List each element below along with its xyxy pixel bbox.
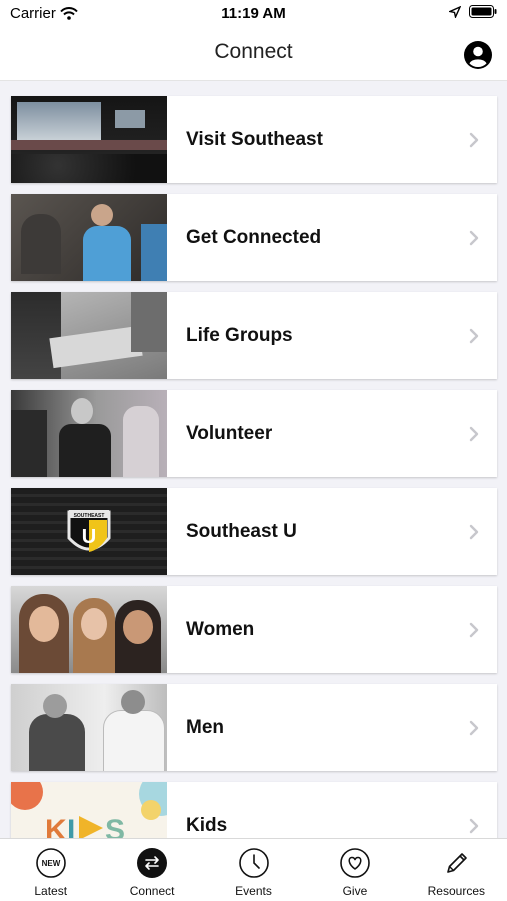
chevron-right-icon bbox=[469, 426, 479, 441]
clock-icon bbox=[238, 848, 269, 878]
group-writing-photo bbox=[11, 292, 167, 379]
tab-label: Resources bbox=[427, 884, 485, 898]
list-item-get-connected[interactable]: Get Connected bbox=[11, 194, 497, 281]
svg-text:SOUTHEAST: SOUTHEAST bbox=[74, 513, 105, 519]
profile-icon[interactable] bbox=[463, 40, 493, 70]
list-item-women[interactable]: Women bbox=[11, 586, 497, 673]
women-smiling-photo bbox=[11, 586, 167, 673]
item-label: Get Connected bbox=[186, 226, 322, 248]
svg-text:U: U bbox=[82, 526, 96, 548]
page-title: Connect bbox=[214, 40, 293, 63]
tab-latest[interactable]: NEW Latest bbox=[0, 839, 101, 901]
item-label: Women bbox=[186, 618, 255, 640]
chevron-right-icon bbox=[469, 132, 479, 147]
tab-resources[interactable]: Resources bbox=[406, 839, 507, 901]
list-item-visit-southeast[interactable]: Visit Southeast bbox=[11, 96, 497, 183]
item-label: Kids bbox=[186, 814, 228, 836]
chevron-right-icon bbox=[469, 720, 479, 735]
connect-list[interactable]: Visit Southeast Get Connected Life Group… bbox=[0, 80, 507, 838]
tab-bar: NEW Latest Connect Events Give Resources bbox=[0, 838, 507, 901]
status-time: 11:19 AM bbox=[221, 5, 286, 22]
nav-bar: Connect bbox=[0, 28, 507, 81]
stage-worship-photo bbox=[11, 96, 167, 183]
volunteer-photo bbox=[11, 390, 167, 477]
chevron-right-icon bbox=[469, 622, 479, 637]
list-item-kids[interactable]: K I S Kids bbox=[11, 782, 497, 838]
tab-events[interactable]: Events bbox=[203, 839, 304, 901]
pen-icon bbox=[447, 853, 468, 873]
tab-label: Latest bbox=[34, 884, 68, 898]
svg-text:S: S bbox=[105, 814, 125, 838]
connect-icon bbox=[137, 848, 168, 878]
chevron-right-icon bbox=[469, 230, 479, 245]
chevron-right-icon bbox=[469, 328, 479, 343]
list-item-men[interactable]: Men bbox=[11, 684, 497, 771]
tab-label: Events bbox=[235, 884, 272, 898]
heart-icon bbox=[340, 848, 370, 878]
chevron-right-icon bbox=[469, 524, 479, 539]
item-label: Southeast U bbox=[186, 520, 297, 542]
list-item-southeast-u[interactable]: U SOUTHEAST Southeast U bbox=[11, 488, 497, 575]
item-label: Life Groups bbox=[186, 324, 293, 346]
new-badge-text: NEW bbox=[41, 859, 60, 868]
svg-text:I: I bbox=[67, 814, 75, 838]
item-label: Men bbox=[186, 716, 224, 738]
chevron-right-icon bbox=[469, 818, 479, 833]
tab-connect[interactable]: Connect bbox=[101, 839, 202, 901]
tab-label: Connect bbox=[129, 884, 175, 898]
tab-give[interactable]: Give bbox=[304, 839, 405, 901]
tab-label: Give bbox=[342, 884, 368, 898]
location-arrow-icon bbox=[449, 5, 461, 18]
kids-logo: K I S bbox=[11, 782, 167, 838]
people-greeting-photo bbox=[11, 194, 167, 281]
item-label: Visit Southeast bbox=[186, 128, 323, 150]
battery-icon bbox=[469, 5, 497, 18]
men-handshake-photo bbox=[11, 684, 167, 771]
status-bar: Carrier 11:19 AM bbox=[0, 0, 507, 28]
svg-text:K: K bbox=[45, 814, 67, 838]
item-label: Volunteer bbox=[186, 422, 273, 444]
southeast-u-logo: U SOUTHEAST bbox=[11, 488, 167, 575]
list-item-volunteer[interactable]: Volunteer bbox=[11, 390, 497, 477]
list-item-life-groups[interactable]: Life Groups bbox=[11, 292, 497, 379]
new-icon: NEW bbox=[35, 848, 66, 878]
